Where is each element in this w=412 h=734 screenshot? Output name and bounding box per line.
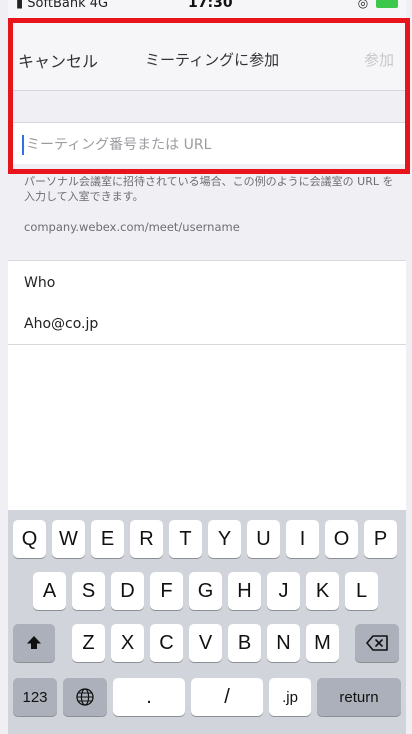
example-url: company.webex.com/meet/username — [24, 220, 240, 234]
key-e[interactable]: E — [91, 520, 124, 558]
key-y[interactable]: Y — [208, 520, 241, 558]
name-field[interactable] — [22, 268, 396, 298]
key-v[interactable]: V — [189, 624, 222, 662]
page-title: ミーティングに参加 — [145, 51, 280, 69]
delete-key[interactable] — [355, 624, 399, 662]
key-t[interactable]: T — [169, 520, 202, 558]
carrier-info: ▮ SoftBank 4G — [16, 0, 108, 11]
meeting-number-input[interactable] — [24, 129, 398, 161]
key-q[interactable]: Q — [13, 520, 46, 558]
help-section: パーソナル会議室に招待されている場合、この例のように会議室の URL を入力して… — [8, 164, 406, 260]
key-o[interactable]: O — [325, 520, 358, 558]
status-time: 17:30 — [188, 0, 233, 11]
key-p[interactable]: P — [364, 520, 397, 558]
nav-bar: キャンセル ミーティングに参加 参加 — [8, 18, 406, 90]
key-a[interactable]: A — [33, 572, 66, 610]
key-j[interactable]: J — [267, 572, 300, 610]
shift-key[interactable] — [13, 624, 55, 662]
battery-icon — [376, 0, 398, 8]
jp-domain-key[interactable]: .jp — [269, 678, 311, 716]
cancel-button[interactable]: キャンセル — [18, 48, 98, 72]
carrier-label: SoftBank — [27, 0, 86, 11]
section-spacer — [8, 90, 406, 123]
key-r[interactable]: R — [130, 520, 163, 558]
name-field-row[interactable] — [8, 260, 406, 304]
shift-arrow-icon — [27, 636, 41, 649]
key-n[interactable]: N — [267, 624, 300, 662]
key-s[interactable]: S — [72, 572, 105, 610]
email-field-row[interactable] — [8, 302, 406, 345]
key-w[interactable]: W — [52, 520, 85, 558]
keyboard: Q W E R T Y U I O P A S D F G H J K L Z … — [8, 510, 406, 734]
meeting-input-row[interactable] — [8, 122, 406, 166]
key-m[interactable]: M — [306, 624, 339, 662]
globe-icon — [76, 688, 94, 706]
key-x[interactable]: X — [111, 624, 144, 662]
key-c[interactable]: C — [150, 624, 183, 662]
key-k[interactable]: K — [306, 572, 339, 610]
left-frame — [0, 0, 8, 734]
numbers-key[interactable]: 123 — [13, 678, 57, 716]
signal-icon: ▮ — [16, 0, 24, 11]
backspace-icon — [366, 635, 388, 651]
status-right: ◎ — [358, 0, 398, 10]
key-l[interactable]: L — [345, 572, 378, 610]
period-key[interactable]: . — [113, 678, 185, 716]
network-label: 4G — [89, 0, 109, 11]
return-key[interactable]: return — [317, 678, 401, 716]
key-b[interactable]: B — [228, 624, 261, 662]
globe-key[interactable] — [63, 678, 107, 716]
key-z[interactable]: Z — [72, 624, 105, 662]
key-f[interactable]: F — [150, 572, 183, 610]
email-field[interactable] — [22, 309, 396, 339]
key-d[interactable]: D — [111, 572, 144, 610]
right-frame — [406, 0, 412, 734]
key-u[interactable]: U — [247, 520, 280, 558]
help-text: パーソナル会議室に招待されている場合、この例のように会議室の URL を入力して… — [24, 175, 394, 203]
key-g[interactable]: G — [189, 572, 222, 610]
key-i[interactable]: I — [286, 520, 319, 558]
slash-key[interactable]: / — [191, 678, 263, 716]
alarm-icon: ◎ — [357, 0, 369, 10]
status-bar: ▮ SoftBank 4G 17:30 ◎ — [8, 0, 406, 18]
key-h[interactable]: H — [228, 572, 261, 610]
join-button[interactable]: 参加 — [364, 49, 394, 70]
